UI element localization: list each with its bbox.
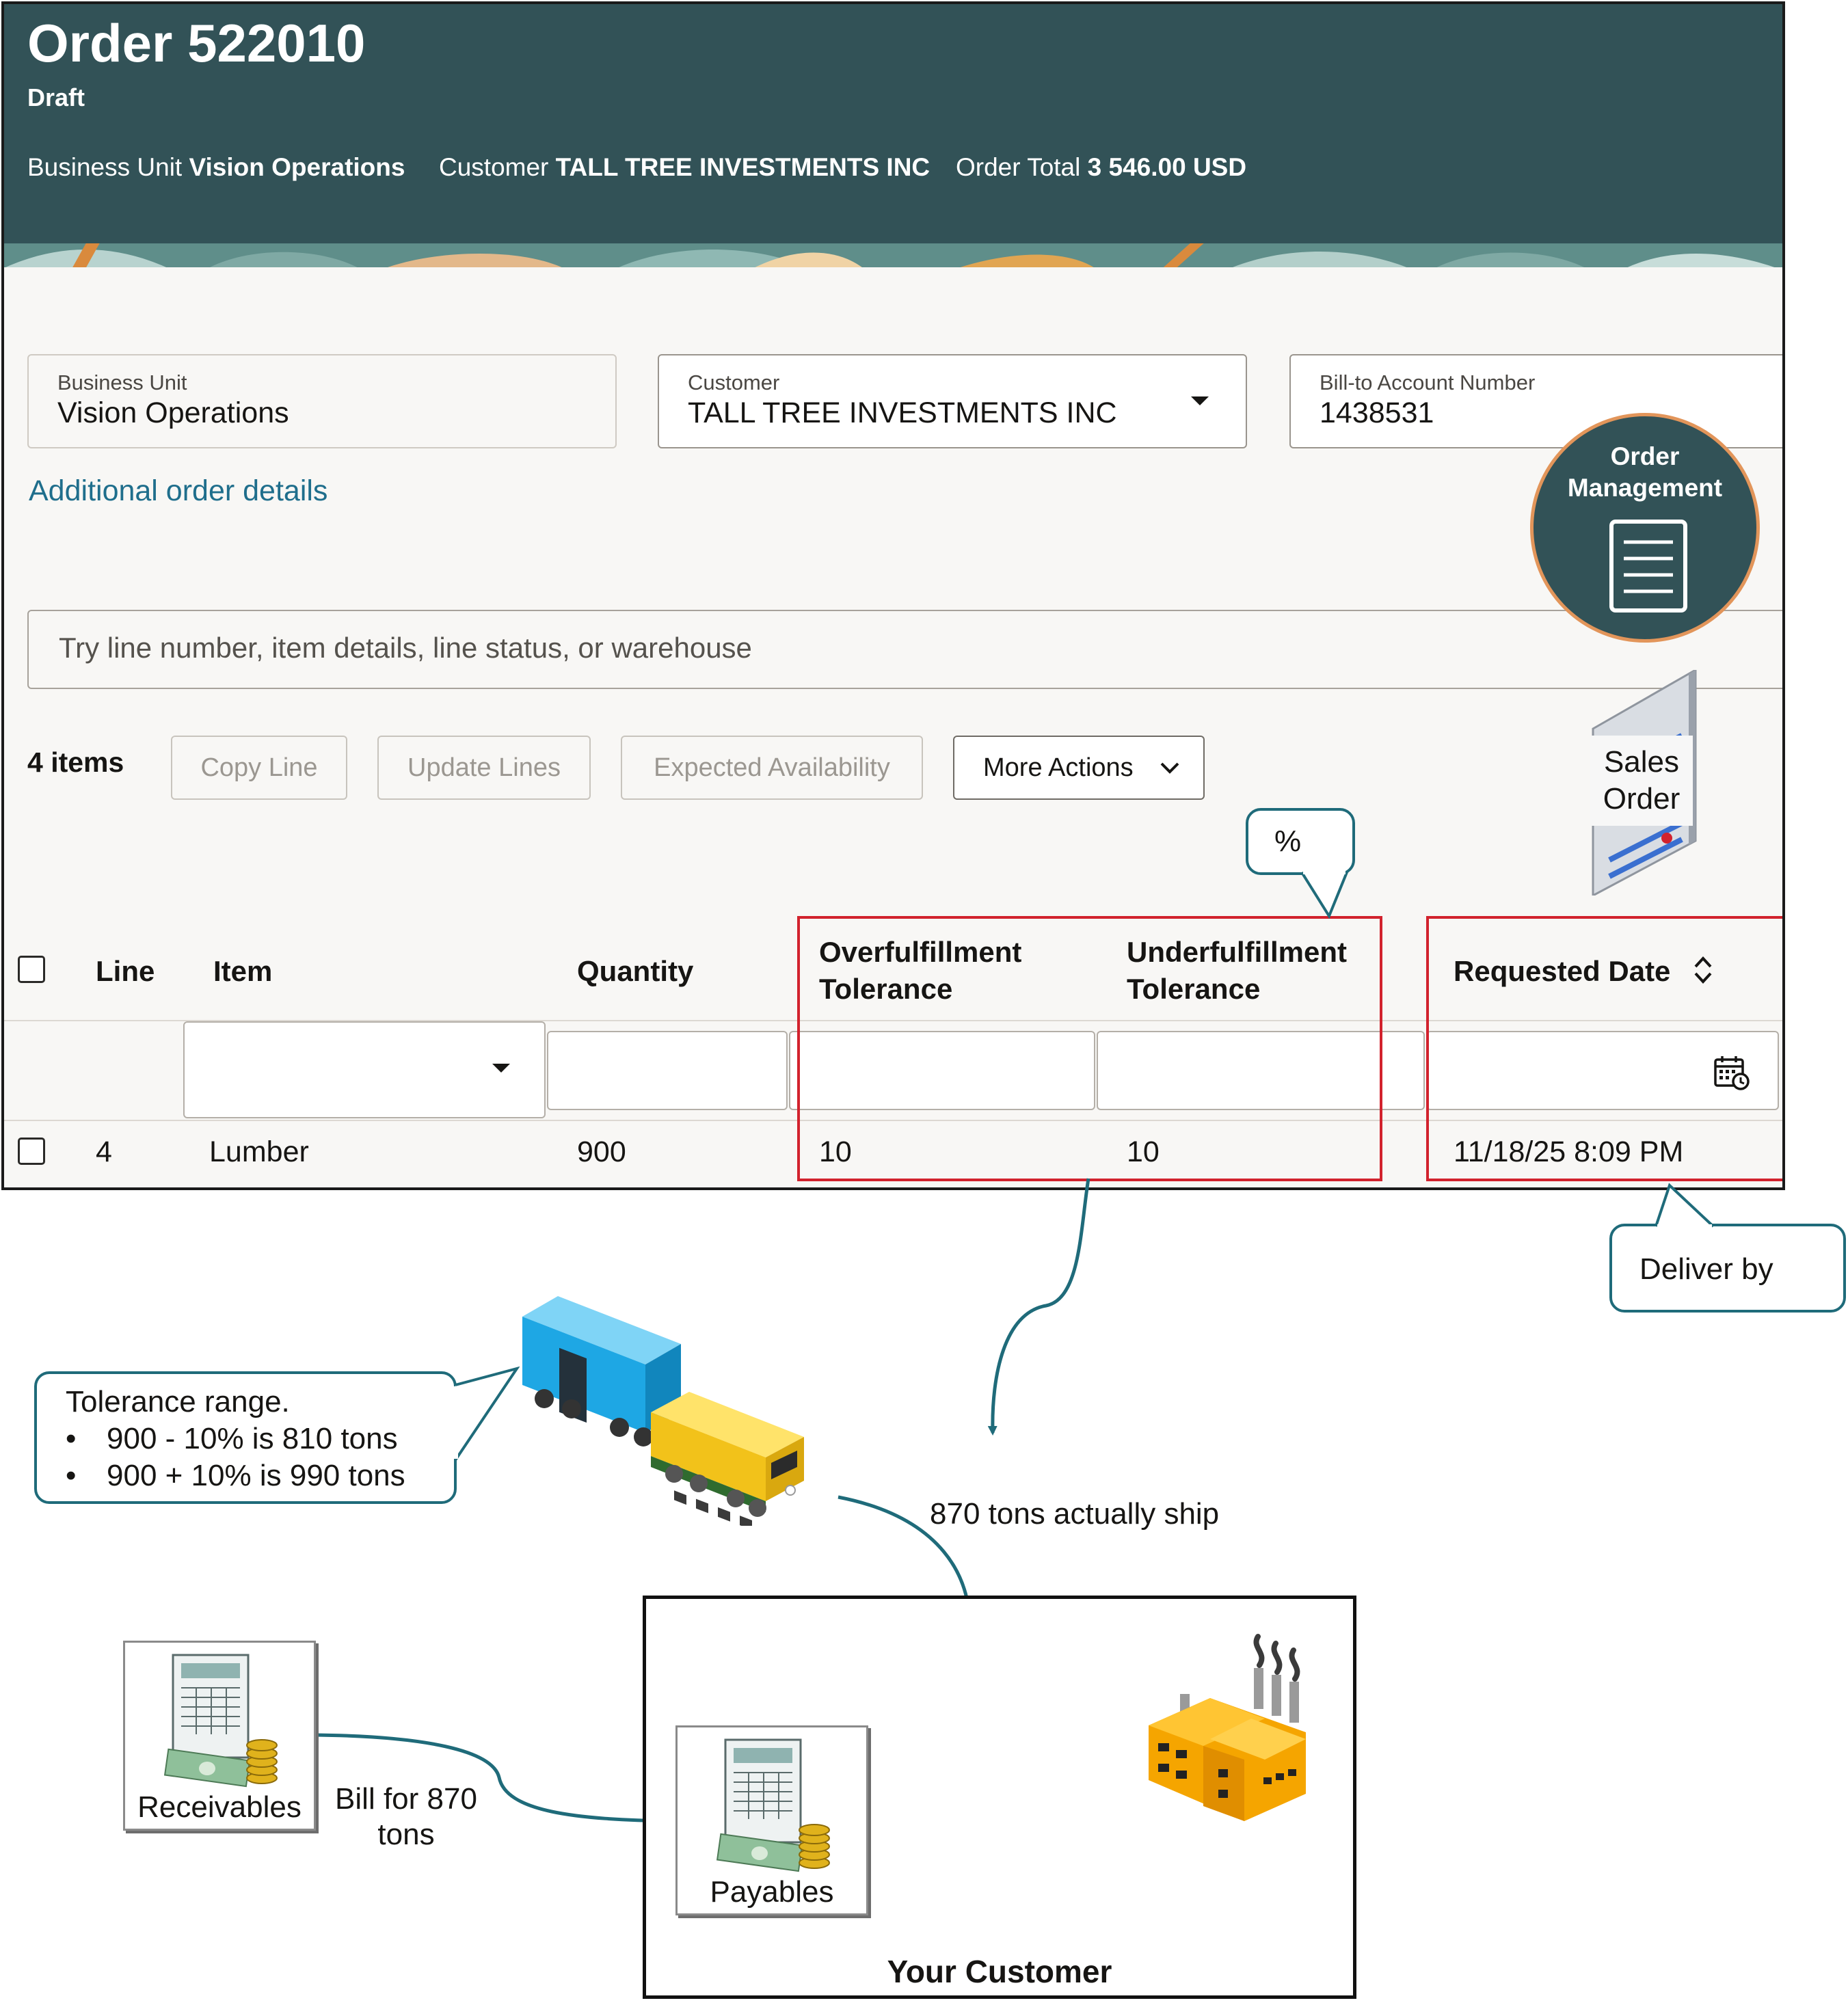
ship-caption: 870 tons actually ship [930, 1497, 1220, 1531]
bill-caption: Bill for 870 tons [335, 1782, 477, 1851]
factory-icon [1149, 1634, 1306, 1821]
receivables-tile: Receivables [123, 1641, 316, 1831]
train-icon [522, 1296, 804, 1526]
invoice-icon [163, 1654, 278, 1788]
payables-tile: Payables [675, 1725, 868, 1915]
your-customer-label: Your Customer [887, 1954, 1112, 1989]
invoice-icon [716, 1738, 830, 1872]
